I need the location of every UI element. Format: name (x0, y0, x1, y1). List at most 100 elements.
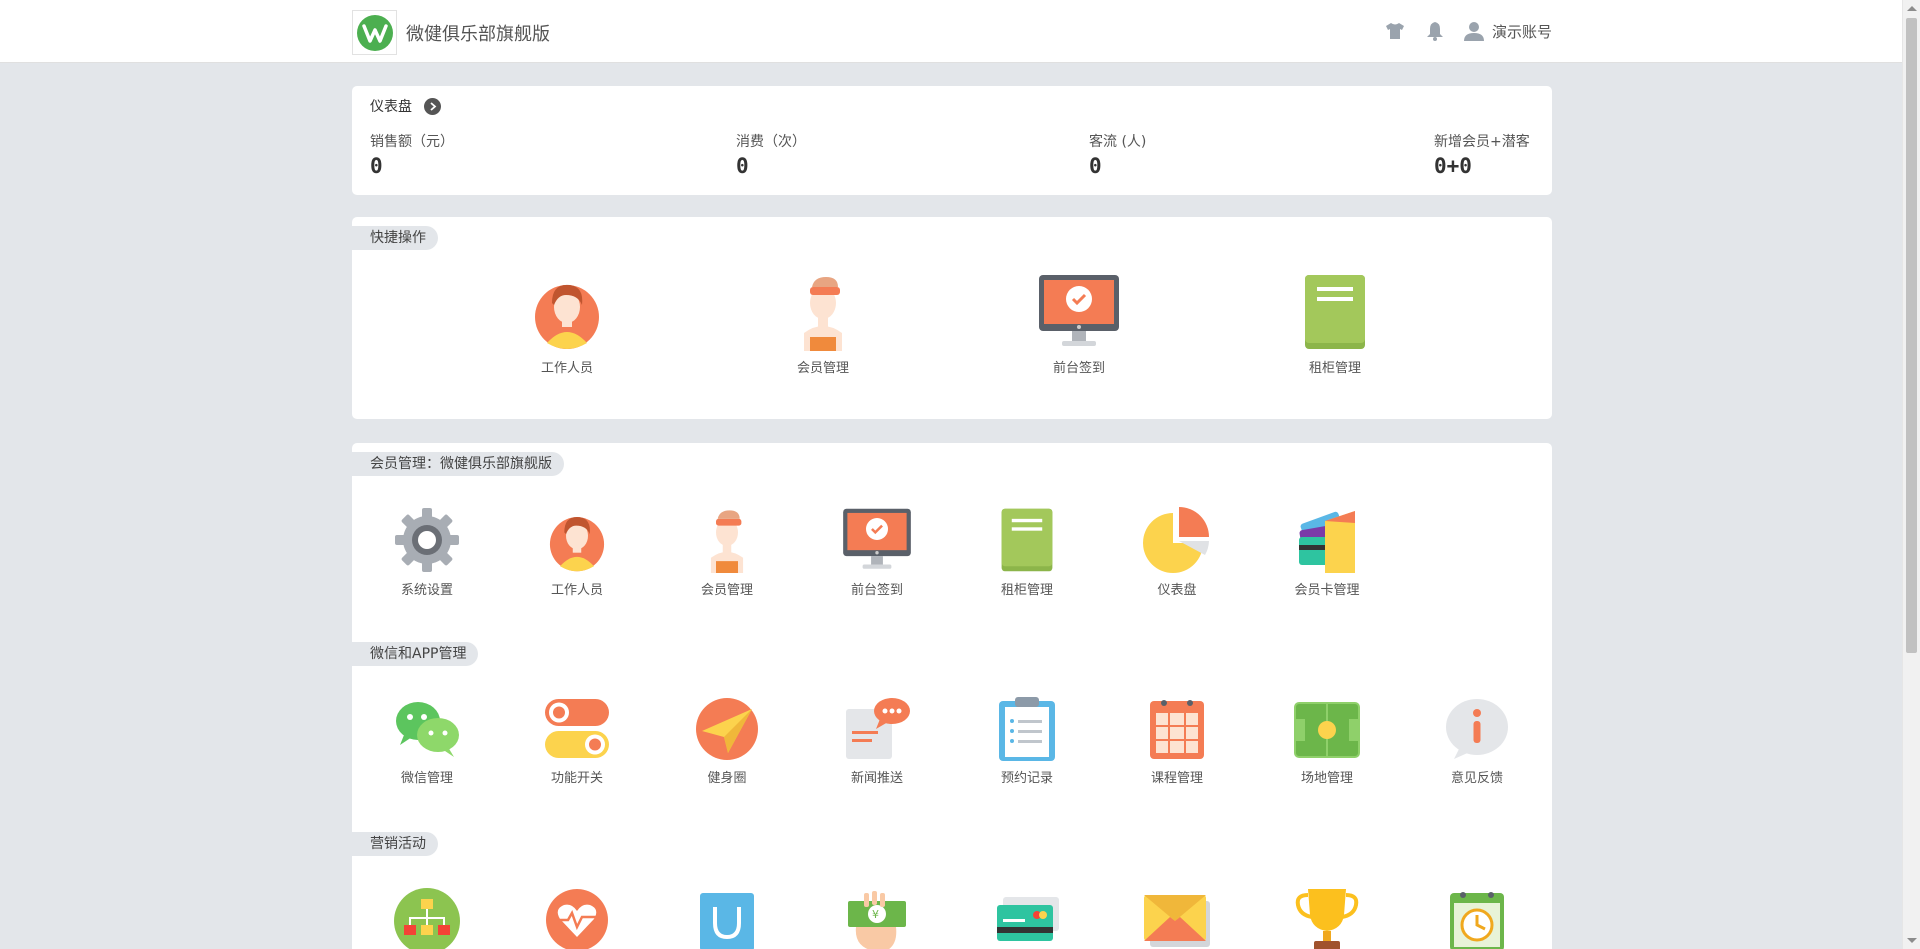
quick-staff[interactable]: 工作人员 (507, 273, 627, 376)
member-icon (804, 277, 842, 351)
stat-traffic: 客流 (人) 0 (1089, 131, 1146, 178)
stat-new-members: 新增会员+潜客 0+0 (1434, 131, 1530, 178)
tile-label: 场地管理 (1300, 771, 1353, 786)
module-marketing-7[interactable] (1267, 887, 1387, 949)
section-title: 会员管理：微健俱乐部旗舰版 (352, 452, 564, 476)
quick-locker[interactable]: 租柜管理 (1275, 273, 1395, 376)
stat-value: 0+0 (1434, 154, 1472, 178)
locker-icon (1001, 508, 1053, 572)
shirt-icon[interactable] (1384, 20, 1406, 42)
dashboard-header: 仪表盘 (370, 96, 441, 116)
checkin-monitor-icon (1039, 275, 1119, 346)
wechat-icon (396, 702, 459, 757)
tile-label: 健身圈 (707, 771, 747, 786)
member-card-icon (1299, 511, 1355, 573)
scroll-down-arrow[interactable] (1907, 938, 1917, 943)
stat-label: 客流 (人) (1089, 134, 1147, 150)
bell-icon[interactable] (1424, 20, 1446, 42)
module-feedback[interactable]: 意见反馈 (1417, 697, 1537, 786)
scroll-thumb[interactable] (1906, 18, 1917, 653)
envelope-icon (1144, 895, 1210, 947)
member-icon (710, 510, 744, 573)
tile-label: 工作人员 (550, 583, 603, 598)
dashboard-card: 仪表盘 销售额（元） 0 消费（次） 0 客流 (人) 0 新增会员+潜客 0+… (352, 86, 1552, 195)
clock-calendar-icon (1450, 892, 1504, 949)
module-checkin[interactable]: 前台签到 (817, 507, 937, 598)
module-marketing-2[interactable] (517, 887, 637, 949)
module-marketing-3[interactable] (667, 887, 787, 949)
tile-label: 工作人员 (540, 361, 593, 376)
module-settings[interactable]: 系统设置 (367, 507, 487, 598)
module-dashboard[interactable]: 仪表盘 (1117, 507, 1237, 598)
modules-card: 会员管理：微健俱乐部旗舰版 系统设置 工作人员 会员管理 前台签到 租柜管理 仪… (352, 443, 1552, 949)
stat-sales: 销售额（元） 0 (370, 131, 454, 178)
module-member[interactable]: 会员管理 (667, 507, 787, 598)
pie-chart-icon (1143, 507, 1209, 573)
trophy-icon (1295, 889, 1359, 949)
news-chat-icon (846, 698, 910, 759)
quick-actions-card: 快捷操作 工作人员 会员管理 前台签到 租柜管理 (352, 217, 1552, 419)
tile-label: 新闻推送 (850, 771, 903, 786)
stat-label: 新增会员+潜客 (1434, 134, 1530, 150)
brand[interactable]: 微健俱乐部旗舰版 (352, 10, 550, 55)
module-marketing-6[interactable] (1117, 887, 1237, 949)
org-chart-icon (394, 888, 460, 949)
tile-label: 租柜管理 (1308, 361, 1361, 376)
tile-label: 会员管理 (700, 583, 753, 598)
module-staff[interactable]: 工作人员 (517, 507, 637, 598)
tile-label: 意见反馈 (1450, 771, 1503, 786)
tile-label: 会员卡管理 (1294, 583, 1360, 598)
staff-icon (535, 284, 599, 349)
tile-label: 前台签到 (1052, 361, 1105, 376)
page-scrollbar[interactable] (1902, 0, 1920, 949)
clipboard-icon (999, 697, 1055, 761)
module-fitness-circle[interactable]: 健身圈 (667, 697, 787, 786)
quick-checkin[interactable]: 前台签到 (1019, 273, 1139, 376)
stat-consumption: 消费（次） 0 (736, 131, 806, 178)
module-marketing-5[interactable] (967, 887, 1087, 949)
paper-plane-icon (696, 698, 758, 760)
tile-label: 功能开关 (550, 771, 603, 786)
module-wechat[interactable]: 微信管理 (367, 697, 487, 786)
svg-text:¥: ¥ (872, 908, 879, 921)
header-actions: 演示账号 (1384, 20, 1552, 42)
checkin-monitor-icon (843, 508, 911, 569)
scroll-up-arrow[interactable] (1907, 6, 1917, 11)
locker-icon (1305, 275, 1365, 349)
section-title: 营销活动 (352, 832, 438, 856)
dashboard-title: 仪表盘 (370, 99, 412, 115)
credit-card-icon (997, 897, 1059, 941)
module-marketing-8[interactable] (1417, 887, 1537, 949)
chevron-right-icon[interactable] (424, 97, 441, 115)
heart-pulse-icon (546, 889, 608, 949)
info-bubble-icon (1446, 699, 1508, 759)
tile-label: 租柜管理 (1000, 583, 1053, 598)
section-title: 快捷操作 (352, 226, 438, 250)
module-marketing-4[interactable]: ¥ (817, 887, 937, 949)
toggle-switch-icon (545, 699, 609, 758)
tile-label: 系统设置 (400, 583, 453, 598)
account-menu[interactable]: 演示账号 (1463, 21, 1552, 42)
brand-title: 微健俱乐部旗舰版 (406, 23, 550, 45)
module-marketing-1[interactable] (367, 887, 487, 949)
tile-label: 微信管理 (400, 771, 453, 786)
tile-label: 仪表盘 (1157, 583, 1197, 598)
account-label: 演示账号 (1491, 22, 1552, 41)
tile-label: 预约记录 (1000, 771, 1053, 786)
section-title: 微信和APP管理 (352, 642, 479, 666)
module-news-push[interactable]: 新闻推送 (817, 697, 937, 786)
brand-logo (352, 10, 397, 55)
shopping-bag-icon (700, 893, 754, 949)
module-locker[interactable]: 租柜管理 (967, 507, 1087, 598)
quick-member[interactable]: 会员管理 (763, 273, 883, 376)
tile-label: 会员管理 (796, 361, 849, 376)
module-feature-toggle[interactable]: 功能开关 (517, 697, 637, 786)
module-course-mgmt[interactable]: 课程管理 (1117, 697, 1237, 786)
module-venue-mgmt[interactable]: 场地管理 (1267, 697, 1387, 786)
tile-label: 前台签到 (850, 583, 903, 598)
gear-icon (395, 508, 459, 572)
module-booking-records[interactable]: 预约记录 (967, 697, 1087, 786)
field-icon (1294, 702, 1360, 758)
top-header: 微健俱乐部旗舰版 演示账号 (0, 0, 1902, 63)
module-member-card[interactable]: 会员卡管理 (1267, 507, 1387, 598)
